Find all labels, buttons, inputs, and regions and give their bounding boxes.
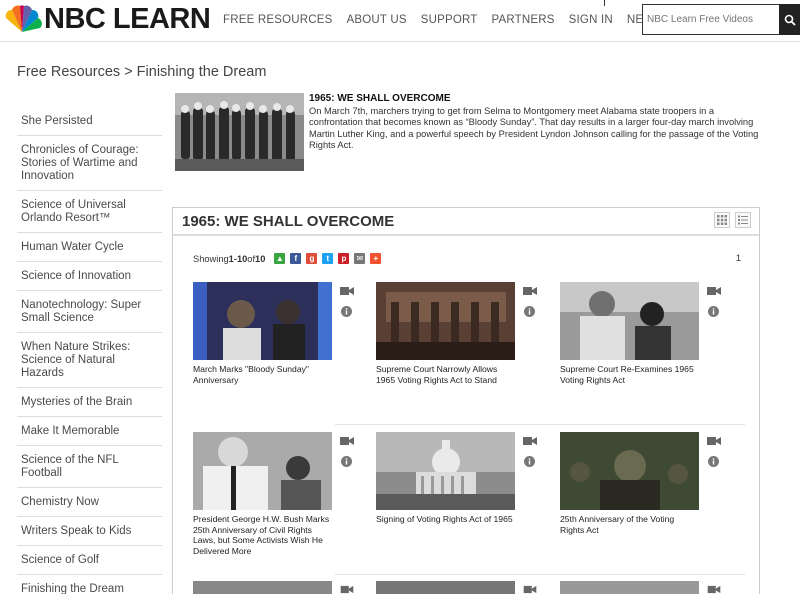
nav-free-resources[interactable]: FREE RESOURCES (223, 14, 333, 26)
sidebar-item-finishing-the-dream[interactable]: Finishing the Dream (17, 575, 162, 594)
nav-about-us[interactable]: ABOUT US (347, 14, 407, 26)
sidebar-item-she-persisted[interactable]: She Persisted (17, 107, 162, 136)
share-bar: ▲ f g t p ✉ + (274, 253, 386, 264)
row-divider (335, 424, 745, 425)
video-thumbnail[interactable] (560, 282, 699, 360)
sidebar-item-science-of-golf[interactable]: Science of Golf (17, 546, 162, 575)
search-button[interactable] (779, 4, 800, 35)
video-title[interactable]: 25th Anniversary of the Voting Rights Ac… (560, 514, 700, 535)
video-thumbnail[interactable] (193, 282, 332, 360)
share-green-icon[interactable]: ▲ (274, 253, 286, 264)
top-nav: FREE RESOURCES ABOUT US SUPPORT PARTNERS… (223, 14, 704, 26)
intro-description: 1965: WE SHALL OVERCOME On March 7th, ma… (309, 93, 761, 152)
info-icon[interactable] (341, 306, 352, 317)
video-title[interactable]: President George H.W. Bush Marks 25th An… (193, 514, 333, 556)
video-camera-icon (523, 585, 537, 594)
sidebar-item-chemistry-now[interactable]: Chemistry Now (17, 488, 162, 517)
info-icon[interactable] (524, 456, 535, 467)
video-thumbnail[interactable] (193, 432, 332, 510)
sidebar-item-science-of-innovation[interactable]: Science of Innovation (17, 262, 162, 291)
email-icon[interactable]: ✉ (354, 253, 366, 264)
list-view-icon[interactable] (735, 212, 751, 228)
video-camera-icon (707, 585, 721, 594)
info-icon[interactable] (708, 306, 719, 317)
search-bar (642, 4, 800, 35)
pinterest-icon[interactable]: p (338, 253, 350, 264)
results-count: Showing 1-10 of 10 ▲ f g t p ✉ + (193, 253, 386, 264)
video-thumbnail[interactable] (560, 432, 699, 510)
video-title[interactable]: Signing of Voting Rights Act of 1965 (376, 514, 516, 525)
view-toggle (709, 212, 751, 228)
breadcrumb: Free Resources > Finishing the Dream (17, 64, 267, 80)
sidebar-item-mysteries-of-the-brain[interactable]: Mysteries of the Brain (17, 388, 162, 417)
video-title[interactable]: March Marks "Bloody Sunday" Anniversary (193, 364, 333, 385)
google-plus-icon[interactable]: g (306, 253, 318, 264)
panel-header: 1965: WE SHALL OVERCOME (173, 208, 759, 236)
video-thumbnail-partial[interactable] (193, 581, 332, 594)
sidebar-item-science-of-nfl[interactable]: Science of the NFL Football (17, 446, 162, 488)
more-share-icon[interactable]: + (370, 253, 382, 264)
nbc-learn-logo[interactable]: NBC LEARN (2, 3, 211, 35)
intro-body: On March 7th, marchers trying to get fro… (309, 105, 759, 151)
video-camera-icon (340, 287, 354, 295)
logo-text: NBC LEARN (44, 3, 211, 35)
video-camera-icon (707, 287, 721, 295)
intro-title: 1965: WE SHALL OVERCOME (309, 93, 451, 104)
sidebar-item-when-nature-strikes[interactable]: When Nature Strikes: Science of Natural … (17, 333, 162, 388)
sidebar-item-nanotechnology[interactable]: Nanotechnology: Super Small Science (17, 291, 162, 333)
peacock-logo-icon (5, 5, 42, 32)
nav-support[interactable]: SUPPORT (421, 14, 478, 26)
showing-prefix: Showing (193, 253, 229, 264)
site-header: NBC LEARN FREE RESOURCES ABOUT US SUPPOR… (0, 0, 800, 42)
info-icon[interactable] (708, 456, 719, 467)
panel-title: 1965: WE SHALL OVERCOME (182, 212, 395, 230)
sidebar-item-human-water-cycle[interactable]: Human Water Cycle (17, 233, 162, 262)
sidebar-item-make-it-memorable[interactable]: Make It Memorable (17, 417, 162, 446)
video-camera-icon (340, 437, 354, 445)
video-thumbnail[interactable] (376, 432, 515, 510)
sidebar-item-chronicles-of-courage[interactable]: Chronicles of Courage: Stories of Wartim… (17, 136, 162, 191)
twitter-icon[interactable]: t (322, 253, 334, 264)
video-thumbnail-partial[interactable] (560, 581, 699, 594)
info-icon[interactable] (524, 306, 535, 317)
header-divider (604, 0, 605, 6)
sidebar-item-writers-speak[interactable]: Writers Speak to Kids (17, 517, 162, 546)
sidebar: She Persisted Chronicles of Courage: Sto… (17, 107, 162, 594)
sidebar-item-science-of-universal[interactable]: Science of Universal Orlando Resort™ (17, 191, 162, 233)
search-input[interactable] (643, 5, 779, 34)
facebook-icon[interactable]: f (290, 253, 302, 264)
nav-sign-in[interactable]: SIGN IN (569, 14, 613, 26)
grid-view-icon[interactable] (714, 212, 730, 228)
showing-range: 1-10 (228, 253, 248, 264)
video-title[interactable]: Supreme Court Narrowly Allows 1965 Votin… (376, 364, 516, 385)
video-thumbnail[interactable] (376, 282, 515, 360)
video-camera-icon (523, 287, 537, 295)
info-icon[interactable] (341, 456, 352, 467)
showing-total: 10 (255, 253, 266, 264)
search-icon (784, 14, 796, 26)
page-number[interactable]: 1 (736, 253, 741, 263)
intro-thumbnail (175, 93, 304, 171)
row-divider (335, 574, 745, 575)
video-title[interactable]: Supreme Court Re-Examines 1965 Voting Ri… (560, 364, 700, 385)
video-camera-icon (340, 585, 354, 594)
video-camera-icon (523, 437, 537, 445)
video-thumbnail-partial[interactable] (376, 581, 515, 594)
nav-partners[interactable]: PARTNERS (492, 14, 555, 26)
showing-of: of (247, 253, 256, 264)
video-camera-icon (707, 437, 721, 445)
